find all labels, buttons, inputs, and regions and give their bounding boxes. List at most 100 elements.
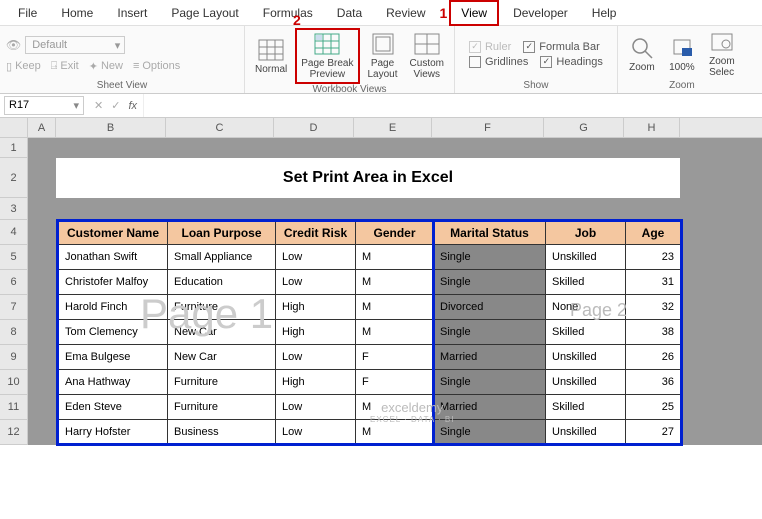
zoom-100-button[interactable]: 100% xyxy=(664,34,700,75)
show-label: Show xyxy=(461,80,611,93)
zoom-selection-label: Zoom Selec xyxy=(709,56,735,78)
ribbon-group-show: Ruler Formula Bar Gridlines Headings Sho… xyxy=(455,26,618,93)
row-header-8[interactable]: 8 xyxy=(0,320,28,345)
options-button[interactable]: ≡Options xyxy=(133,60,180,73)
keep-button[interactable]: ▯Keep xyxy=(6,60,41,73)
column-headers: A B C D E F G H xyxy=(0,118,762,138)
th-job[interactable]: Job xyxy=(546,221,626,245)
cancel-icon[interactable]: ✕ xyxy=(94,99,103,112)
normal-view-button[interactable]: Normal xyxy=(251,36,291,77)
row-header-1[interactable]: 1 xyxy=(0,138,28,158)
table-row: Tom ClemencyNew CarHighMSingleSkilled38 xyxy=(58,320,682,345)
table-row: Ema BulgeseNew CarLowFMarriedUnskilled26 xyxy=(58,345,682,370)
zoom-label: Zoom xyxy=(629,62,655,73)
table-row: Harold FinchFurnitureHighMDivorcedNone32 xyxy=(58,295,682,320)
formula-bar-checkbox[interactable]: Formula Bar xyxy=(523,41,600,53)
row-header-10[interactable]: 10 xyxy=(0,370,28,395)
name-box[interactable]: R17 xyxy=(4,96,84,115)
row-header-5[interactable]: 5 xyxy=(0,245,28,270)
select-all-corner[interactable] xyxy=(0,118,28,137)
annotation-1: 1 xyxy=(440,5,448,21)
eye-icon: 👁 xyxy=(6,38,21,52)
formula-bar: R17 ✕ ✓ fx xyxy=(0,94,762,118)
row-header-4[interactable]: 4 xyxy=(0,220,28,245)
workbook-views-label: Workbook Views xyxy=(251,84,448,97)
exit-button[interactable]: ⍈Exit xyxy=(51,60,79,73)
enter-icon[interactable]: ✓ xyxy=(111,99,120,112)
col-header-h[interactable]: H xyxy=(624,118,680,137)
th-age[interactable]: Age xyxy=(626,221,682,245)
custom-views-button[interactable]: Custom Views xyxy=(406,30,448,82)
custom-views-icon xyxy=(413,32,441,56)
page-layout-label: Page Layout xyxy=(368,58,398,80)
ribbon: 2 👁 Default ▯Keep ⍈Exit ✦New ≡Options Sh… xyxy=(0,26,762,94)
th-marital-status[interactable]: Marital Status xyxy=(434,221,546,245)
zoom-icon xyxy=(628,36,656,60)
row-header-12[interactable]: 12 xyxy=(0,420,28,445)
fx-icon[interactable]: fx xyxy=(128,100,137,112)
sheet-area: 1 2 Set Print Area in Excel 3 4 5 6 7 8 … xyxy=(0,138,762,445)
new-icon: ✦ xyxy=(89,60,98,73)
zoom-100-icon xyxy=(668,36,696,60)
sheet-title[interactable]: Set Print Area in Excel xyxy=(56,158,680,198)
table-row: Christofer MalfoyEducationLowMSingleSkil… xyxy=(58,270,682,295)
zoom-selection-button[interactable]: Zoom Selec xyxy=(704,28,740,80)
menu-view[interactable]: View xyxy=(449,0,499,26)
col-header-a[interactable]: A xyxy=(28,118,56,137)
normal-icon xyxy=(257,38,285,62)
menu-help[interactable]: Help xyxy=(582,2,627,24)
col-header-g[interactable]: G xyxy=(544,118,624,137)
row-header-6[interactable]: 6 xyxy=(0,270,28,295)
col-header-b[interactable]: B xyxy=(56,118,166,137)
custom-views-label: Custom Views xyxy=(410,58,444,80)
sheet-view-dropdown[interactable]: Default xyxy=(25,36,125,54)
annotation-2: 2 xyxy=(293,12,301,28)
col-header-c[interactable]: C xyxy=(166,118,274,137)
bookmark-icon: ▯ xyxy=(6,60,12,73)
ruler-checkbox: Ruler xyxy=(469,41,511,53)
row-header-2[interactable]: 2 xyxy=(0,158,28,198)
options-icon: ≡ xyxy=(133,60,139,72)
page-layout-button[interactable]: Page Layout xyxy=(364,30,402,82)
page-break-preview-button[interactable]: Page Break Preview xyxy=(295,28,359,84)
normal-label: Normal xyxy=(255,64,287,75)
zoom-selection-icon xyxy=(708,30,736,54)
menu-data[interactable]: Data xyxy=(327,2,372,24)
menu-home[interactable]: Home xyxy=(51,2,103,24)
checkbox-icon xyxy=(469,56,481,68)
th-credit-risk[interactable]: Credit Risk xyxy=(276,221,356,245)
table-row: Jonathan SwiftSmall ApplianceLowMSingleU… xyxy=(58,245,682,270)
menu-formulas[interactable]: Formulas xyxy=(253,2,323,24)
table-row: Harry HofsterBusinessLowMSingleUnskilled… xyxy=(58,420,682,445)
data-table[interactable]: Customer Name Loan Purpose Credit Risk G… xyxy=(56,219,683,446)
menu-file[interactable]: File xyxy=(8,2,47,24)
ribbon-group-workbook-views: Normal Page Break Preview Page Layout Cu… xyxy=(245,26,455,93)
th-customer-name[interactable]: Customer Name xyxy=(58,221,168,245)
gridlines-checkbox[interactable]: Gridlines xyxy=(469,56,528,68)
headings-checkbox[interactable]: Headings xyxy=(540,56,602,68)
row-header-7[interactable]: 7 xyxy=(0,295,28,320)
row-header-9[interactable]: 9 xyxy=(0,345,28,370)
col-header-f[interactable]: F xyxy=(432,118,544,137)
ribbon-group-zoom: Zoom 100% Zoom Selec Zoom xyxy=(618,26,746,93)
menu-page-layout[interactable]: Page Layout xyxy=(161,2,248,24)
formula-input[interactable] xyxy=(143,94,762,117)
menu-developer[interactable]: Developer xyxy=(503,2,578,24)
ribbon-group-sheet-view: 👁 Default ▯Keep ⍈Exit ✦New ≡Options Shee… xyxy=(0,26,245,93)
row-header-3[interactable]: 3 xyxy=(0,198,28,220)
th-loan-purpose[interactable]: Loan Purpose xyxy=(168,221,276,245)
checkbox-icon xyxy=(469,41,481,53)
zoom-button[interactable]: Zoom xyxy=(624,34,660,75)
page-layout-icon xyxy=(369,32,397,56)
th-gender[interactable]: Gender xyxy=(356,221,434,245)
menu-review[interactable]: Review xyxy=(376,2,435,24)
page-break-icon xyxy=(313,32,341,56)
row-header-11[interactable]: 11 xyxy=(0,395,28,420)
col-header-e[interactable]: E xyxy=(354,118,432,137)
col-header-d[interactable]: D xyxy=(274,118,354,137)
new-button[interactable]: ✦New xyxy=(89,60,123,73)
table-row: Eden SteveFurnitureLowMMarriedSkilled25 xyxy=(58,395,682,420)
page-break-line[interactable] xyxy=(432,220,435,446)
zoom-group-label: Zoom xyxy=(624,80,740,93)
menu-insert[interactable]: Insert xyxy=(107,2,157,24)
